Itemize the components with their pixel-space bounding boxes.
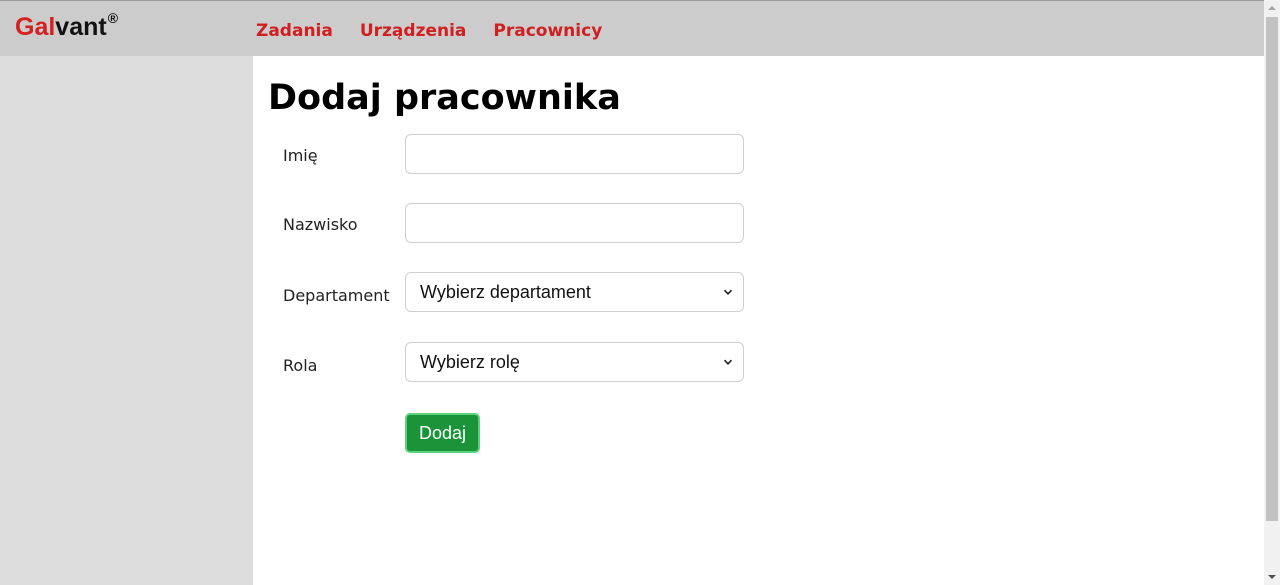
department-label: Departament	[283, 286, 390, 305]
main-content: Dodaj pracownika Imię Nazwisko Departame…	[253, 56, 1264, 585]
role-selected-value: Wybierz rolę	[420, 351, 520, 372]
nav-link-zadania[interactable]: Zadania	[256, 17, 333, 41]
app: Galvant® Zadania Urządzenia Pracownicy D…	[0, 0, 1280, 585]
scrollbar-thumb[interactable]	[1266, 17, 1278, 521]
role-select[interactable]: Wybierz rolę	[405, 342, 744, 382]
vertical-scrollbar[interactable]	[1264, 0, 1280, 585]
first-name-label: Imię	[283, 146, 318, 165]
department-selected-value: Wybierz departament	[420, 281, 591, 302]
registered-mark: ®	[107, 10, 119, 26]
top-navbar: Galvant® Zadania Urządzenia Pracownicy	[0, 0, 1264, 56]
last-name-label: Nazwisko	[283, 215, 358, 234]
first-name-row: Imię	[283, 134, 745, 174]
logo-part-red: Gal	[15, 13, 56, 41]
chevron-down-icon	[723, 289, 733, 295]
sidebar	[0, 56, 253, 585]
department-select[interactable]: Wybierz departament	[405, 272, 744, 312]
first-name-input[interactable]	[405, 134, 744, 174]
logo-part-black: vant	[55, 13, 107, 41]
department-row: Departament Wybierz departament	[283, 272, 745, 312]
chevron-down-icon	[723, 359, 733, 365]
role-label: Rola	[283, 356, 318, 375]
last-name-input[interactable]	[405, 203, 744, 243]
nav-link-pracownicy[interactable]: Pracownicy	[493, 17, 602, 41]
page-title: Dodaj pracownika	[268, 78, 621, 118]
last-name-row: Nazwisko	[283, 203, 745, 243]
role-row: Rola Wybierz rolę	[283, 342, 745, 382]
scroll-down-icon[interactable]	[1268, 575, 1276, 579]
scroll-up-icon[interactable]	[1268, 6, 1276, 10]
add-employee-button[interactable]: Dodaj	[405, 413, 480, 453]
nav-link-urzadzenia[interactable]: Urządzenia	[360, 17, 467, 41]
main-nav: Zadania Urządzenia Pracownicy	[256, 1, 602, 57]
brand-logo[interactable]: Galvant®	[15, 10, 119, 44]
